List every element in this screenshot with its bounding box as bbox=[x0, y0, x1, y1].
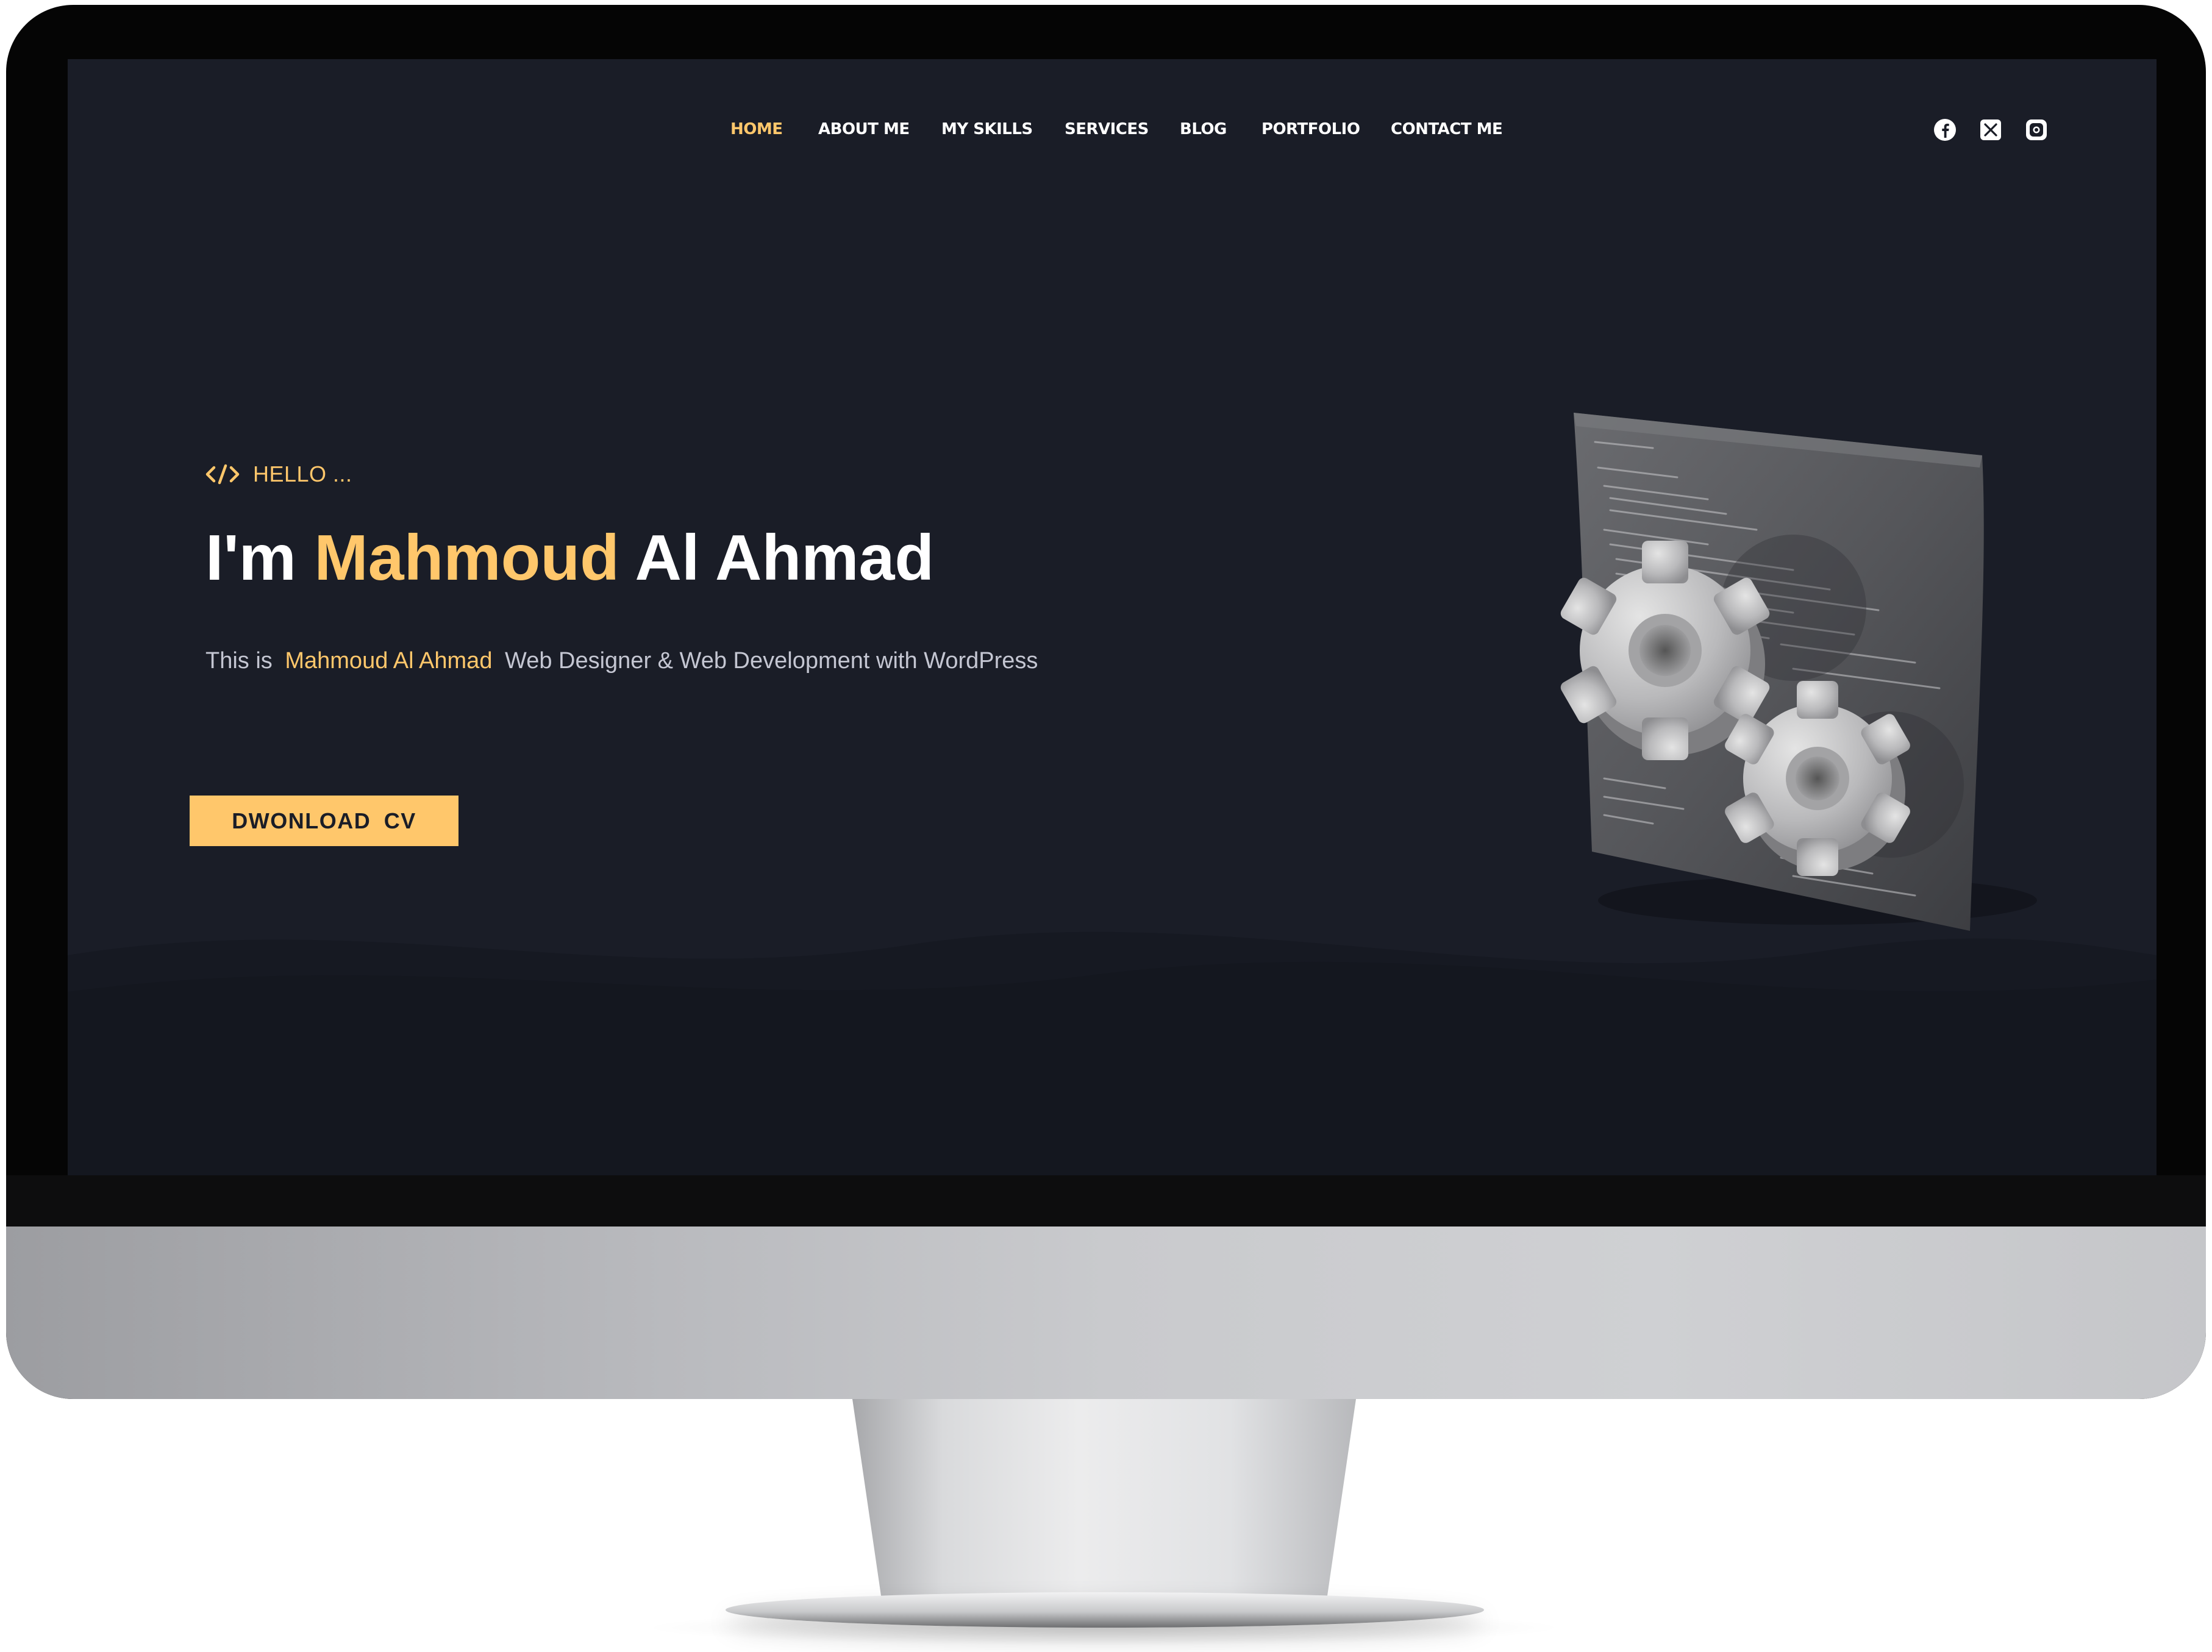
code-icon bbox=[205, 464, 240, 485]
nav-item-contact-me[interactable]: CONTACT ME bbox=[1391, 120, 1503, 138]
monitor-chin bbox=[6, 1227, 2206, 1399]
monitor-frame: HOME ABOUT ME MY SKILLS SERVICES BLOG PO… bbox=[6, 5, 2206, 1399]
subtitle-highlight: Mahmoud Al Ahmad bbox=[285, 648, 493, 674]
headline-prefix: I'm bbox=[205, 522, 296, 594]
nav-item-home[interactable]: HOME bbox=[730, 120, 783, 138]
gears-code-illustration bbox=[1560, 413, 2037, 931]
headline-highlight: Mahmoud bbox=[314, 522, 619, 594]
monitor-bezel-bottom bbox=[6, 1175, 2206, 1227]
nav-item-portfolio[interactable]: PORTFOLIO bbox=[1261, 120, 1360, 138]
background-wave bbox=[68, 931, 2157, 1175]
nav-item-blog[interactable]: BLOG bbox=[1180, 120, 1227, 138]
nav-item-about-me[interactable]: ABOUT ME bbox=[818, 120, 910, 138]
download-cv-button[interactable]: DWONLOAD CV bbox=[190, 796, 458, 846]
subtitle-prefix: This is bbox=[205, 648, 273, 674]
hero-subtitle: This is Mahmoud Al Ahmad Web Designer & … bbox=[205, 648, 1038, 674]
hello-text: HELLO ... bbox=[253, 461, 352, 486]
x-twitter-icon[interactable] bbox=[1978, 118, 2003, 142]
instagram-icon[interactable] bbox=[2024, 118, 2049, 142]
main-nav: HOME ABOUT ME MY SKILLS SERVICES BLOG PO… bbox=[68, 120, 2157, 157]
facebook-icon[interactable] bbox=[1933, 118, 1957, 142]
hero-headline: I'm Mahmoud Al Ahmad bbox=[205, 522, 934, 594]
monitor-stand-neck bbox=[852, 1399, 1356, 1606]
headline-suffix: Al Ahmad bbox=[635, 522, 935, 594]
nav-item-services[interactable]: SERVICES bbox=[1065, 120, 1149, 138]
nav-item-my-skills[interactable]: MY SKILLS bbox=[941, 120, 1033, 138]
monitor-stand-base bbox=[726, 1592, 1484, 1628]
hello-line: HELLO ... bbox=[205, 459, 352, 490]
subtitle-suffix: Web Designer & Web Development with Word… bbox=[505, 648, 1038, 674]
website-screen: HOME ABOUT ME MY SKILLS SERVICES BLOG PO… bbox=[68, 59, 2157, 1175]
